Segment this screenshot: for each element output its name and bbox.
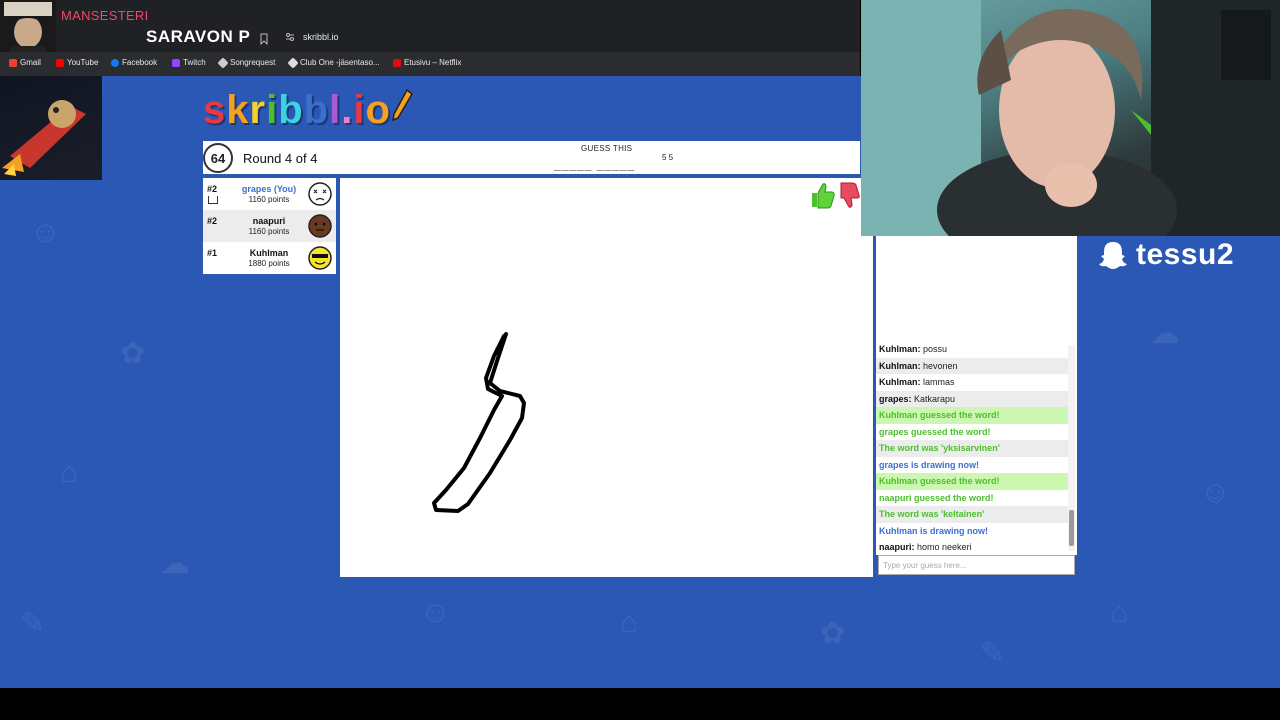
avatar-brown-icon bbox=[308, 214, 332, 238]
player-name: grapes (You) bbox=[241, 184, 297, 194]
bookmark-label: Club One -jäsentaso... bbox=[300, 58, 380, 67]
guess-label: GUESS THIS bbox=[581, 144, 633, 153]
bookmark-gmail[interactable]: Gmail bbox=[9, 58, 41, 67]
bookmarks-bar: Gmail YouTube Facebook Twitch Songreques… bbox=[0, 52, 860, 76]
chat-message: Kuhlman: lammas bbox=[879, 377, 955, 387]
word-hint: _____ _____ bbox=[554, 158, 636, 172]
url-text: skribbl.io bbox=[303, 32, 339, 42]
thumbs-up-icon[interactable] bbox=[808, 181, 836, 209]
club-one-icon bbox=[287, 56, 299, 69]
bookmark-label: Facebook bbox=[122, 58, 158, 67]
round-indicator: Round 4 of 4 bbox=[243, 151, 318, 166]
player-points: 1160 points bbox=[248, 195, 290, 204]
bookmark-icon[interactable] bbox=[259, 33, 269, 45]
songrequest-icon bbox=[217, 56, 229, 69]
pencil-icon bbox=[391, 88, 413, 122]
player-rank: #2 bbox=[207, 216, 218, 226]
chat-empty-area bbox=[876, 236, 1077, 341]
bookmark-label: Twitch bbox=[183, 58, 206, 67]
player-name: naapuri bbox=[252, 216, 286, 226]
streamer-webcam bbox=[861, 0, 1280, 236]
bookmark-facebook[interactable]: Facebook bbox=[111, 58, 157, 67]
bookmark-netflix[interactable]: Etusivu – Netflix bbox=[393, 58, 461, 67]
chat-message: grapes: Katkarapu bbox=[876, 390, 1069, 407]
twitch-icon bbox=[172, 58, 180, 67]
player-rank: #2 bbox=[207, 184, 218, 194]
skribbl-logo: s k r i b b l . i o bbox=[203, 88, 413, 133]
player-name: Kuhlman bbox=[249, 248, 289, 258]
streamer-avatar bbox=[0, 0, 56, 60]
chat-message: naapuri: homo neekeri bbox=[879, 542, 972, 552]
letterbox-bar bbox=[0, 688, 1280, 720]
bookmark-twitch[interactable]: Twitch bbox=[172, 58, 206, 67]
youtube-icon bbox=[56, 58, 64, 67]
player-row[interactable]: #2 grapes (You) 1160 points bbox=[203, 178, 336, 210]
chat-system-message: grapes is drawing now! bbox=[879, 459, 980, 470]
rocket-overlay bbox=[0, 76, 102, 180]
bookmark-youtube[interactable]: YouTube bbox=[56, 58, 98, 67]
chat-system-message: Kuhlman guessed the word! bbox=[876, 407, 1069, 424]
snapchat-name: tessu2 bbox=[1136, 238, 1235, 271]
guess-input[interactable] bbox=[878, 555, 1075, 575]
facebook-icon bbox=[111, 58, 119, 67]
chat-system-message: Kuhlman is drawing now! bbox=[879, 525, 989, 536]
streamer-overlay-name: MANSESTERI bbox=[61, 8, 149, 23]
chat-system-message: The word was 'yksisarvinen' bbox=[876, 440, 1069, 457]
player-rank: #1 bbox=[207, 248, 218, 258]
gmail-icon bbox=[9, 58, 17, 67]
address-bar[interactable]: skribbl.io bbox=[285, 32, 339, 42]
player-list: #2 grapes (You) 1160 points #2 naapuri 1… bbox=[203, 178, 336, 274]
round-timer: 64 bbox=[203, 143, 233, 173]
bookmark-label: Songrequest bbox=[230, 58, 276, 67]
chat-system-message: Kuhlman guessed the word! bbox=[876, 473, 1069, 490]
drawing-stroke bbox=[432, 332, 526, 513]
browser-tab-title[interactable]: SARAVON P bbox=[146, 27, 250, 47]
drawing-canvas[interactable] bbox=[340, 178, 873, 577]
player-row[interactable]: #1 Kuhlman 1880 points bbox=[203, 242, 336, 274]
thumbs-down-icon[interactable] bbox=[838, 181, 860, 209]
snapchat-handle: tessu2 bbox=[1098, 238, 1234, 272]
chat-message: Kuhlman: possu bbox=[879, 344, 948, 354]
netflix-icon bbox=[393, 58, 401, 67]
bookmark-songrequest[interactable]: Songrequest bbox=[217, 56, 276, 69]
chat-log: Kuhlman: possu Kuhlman: hevonen Kuhlman:… bbox=[876, 341, 1077, 555]
bookmark-club-one[interactable]: Club One -jäsentaso... bbox=[287, 56, 380, 69]
player-row[interactable]: #2 naapuri 1160 points bbox=[203, 210, 336, 242]
chat-message: Kuhlman: hevonen bbox=[876, 357, 1069, 374]
snapchat-ghost-icon bbox=[1099, 242, 1127, 269]
player-points: 1880 points bbox=[248, 259, 290, 268]
crown-icon bbox=[208, 196, 218, 204]
bookmark-label: Etusivu – Netflix bbox=[404, 58, 462, 67]
word-lengths: 5 5 bbox=[662, 153, 674, 162]
player-points: 1160 points bbox=[248, 227, 290, 236]
site-info-icon[interactable] bbox=[285, 32, 295, 42]
chat-system-message: The word was 'keltainen' bbox=[876, 506, 1069, 523]
bookmark-label: Gmail bbox=[20, 58, 41, 67]
avatar-yellow-icon bbox=[308, 246, 332, 270]
chat-system-message: naapuri guessed the word! bbox=[879, 492, 994, 503]
chat-system-message: grapes guessed the word! bbox=[879, 426, 991, 437]
avatar-dead-icon bbox=[308, 182, 332, 206]
chat-scrollbar-thumb[interactable] bbox=[1069, 510, 1074, 546]
bookmark-label: YouTube bbox=[67, 58, 99, 67]
